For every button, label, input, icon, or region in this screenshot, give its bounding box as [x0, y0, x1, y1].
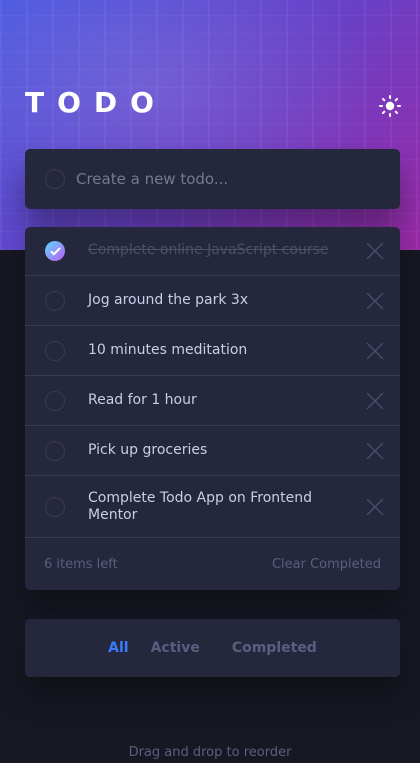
todo-item[interactable]: Jog around the park 3x — [25, 276, 400, 326]
close-icon[interactable] — [366, 342, 384, 360]
todo-item[interactable]: Pick up groceries — [25, 426, 400, 476]
todo-list: Complete online JavaScript course Jog ar… — [25, 227, 400, 590]
clear-completed-button[interactable]: Clear Completed — [272, 557, 381, 572]
todo-text: Complete Todo App on Frontend Mentor — [88, 490, 313, 523]
todo-text: 10 minutes meditation — [88, 342, 248, 358]
filter-bar: All Active Completed — [25, 619, 400, 677]
todo-text: Jog around the park 3x — [88, 292, 249, 308]
todo-text: Complete online JavaScript course — [88, 242, 329, 258]
close-icon[interactable] — [366, 292, 384, 310]
app-title: TODO — [25, 86, 167, 119]
new-todo-input[interactable] — [76, 170, 376, 188]
close-icon[interactable] — [366, 392, 384, 410]
todo-checkbox[interactable] — [45, 291, 65, 311]
items-left-count: 6 items left — [44, 556, 118, 572]
drag-drop-hint: Drag and drop to reorder — [128, 745, 292, 760]
todo-checkbox[interactable] — [45, 341, 65, 361]
new-todo-circle[interactable] — [45, 169, 65, 189]
todo-text: Read for 1 hour — [88, 392, 197, 408]
todo-checkbox[interactable] — [45, 441, 65, 461]
close-icon[interactable] — [366, 242, 384, 260]
filter-all[interactable]: All — [108, 640, 128, 656]
check-icon — [49, 246, 61, 256]
todo-checkbox-checked[interactable] — [45, 241, 65, 261]
filter-active[interactable]: Active — [151, 640, 200, 656]
new-todo-form — [25, 149, 400, 209]
todo-item[interactable]: Complete online JavaScript course — [25, 227, 400, 276]
todo-item[interactable]: Read for 1 hour — [25, 376, 400, 426]
close-icon[interactable] — [366, 442, 384, 460]
close-icon[interactable] — [366, 498, 384, 516]
todo-text: Pick up groceries — [88, 442, 208, 458]
list-footer: 6 items left Clear Completed — [25, 538, 400, 590]
theme-toggle-button[interactable] — [378, 94, 402, 118]
sun-icon — [379, 95, 401, 117]
todo-item[interactable]: 10 minutes meditation — [25, 326, 400, 376]
todo-checkbox[interactable] — [45, 391, 65, 411]
filter-completed[interactable]: Completed — [232, 640, 317, 656]
header-background-image — [0, 0, 420, 250]
todo-item[interactable]: Complete Todo App on Frontend Mentor — [25, 476, 400, 538]
todo-checkbox[interactable] — [45, 497, 65, 517]
